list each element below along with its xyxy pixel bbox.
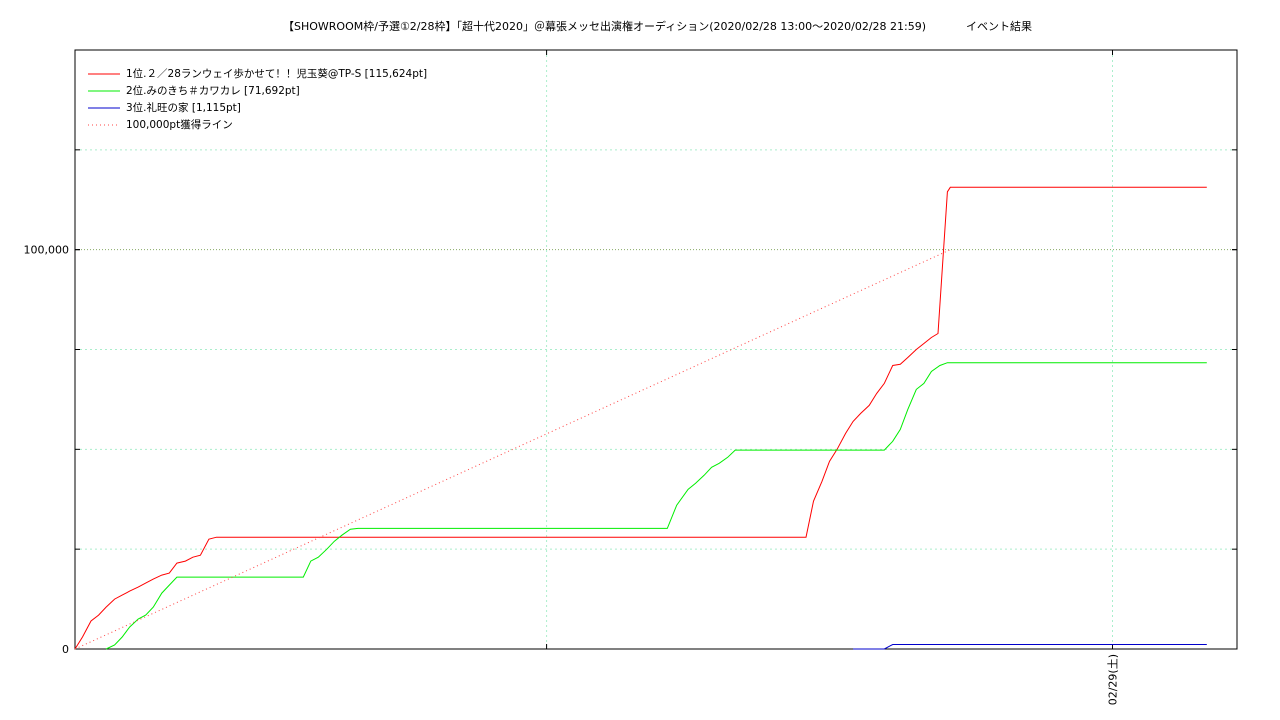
series-line-1	[74, 186, 1207, 650]
chart-subtitle: イベント結果	[966, 19, 1032, 33]
y-tick-label: 100,000	[24, 244, 70, 257]
x-tick-label: 02/29(土)	[1107, 654, 1120, 705]
legend-label-3: 3位.礼旺の家 [1,115pt]	[126, 101, 241, 114]
series-layer	[74, 186, 1207, 650]
legend-label-2: 2位.みのきち＃カワカレ [71,692pt]	[126, 84, 300, 97]
axes: 0 100,000 02/29(土)	[24, 49, 1238, 705]
legend-label-4: 100,000pt獲得ライン	[126, 118, 233, 131]
legend: 1位.２／28ランウェイ歩かせて！！児玉葵@TP-S [115,624pt] 2位…	[88, 67, 427, 131]
legend-label-1: 1位.２／28ランウェイ歩かせて！！児玉葵@TP-S [115,624pt]	[126, 67, 427, 80]
y-tick-label: 0	[62, 643, 69, 656]
grid	[75, 50, 1237, 649]
chart-title: 【SHOWROOM枠/予選①2/28枠】「超十代2020」＠幕張メッセ出演権オー…	[283, 19, 926, 33]
series-line-3	[853, 644, 1207, 650]
series-line-2	[105, 362, 1207, 650]
chart: 【SHOWROOM枠/予選①2/28枠】「超十代2020」＠幕張メッセ出演権オー…	[24, 19, 1238, 705]
